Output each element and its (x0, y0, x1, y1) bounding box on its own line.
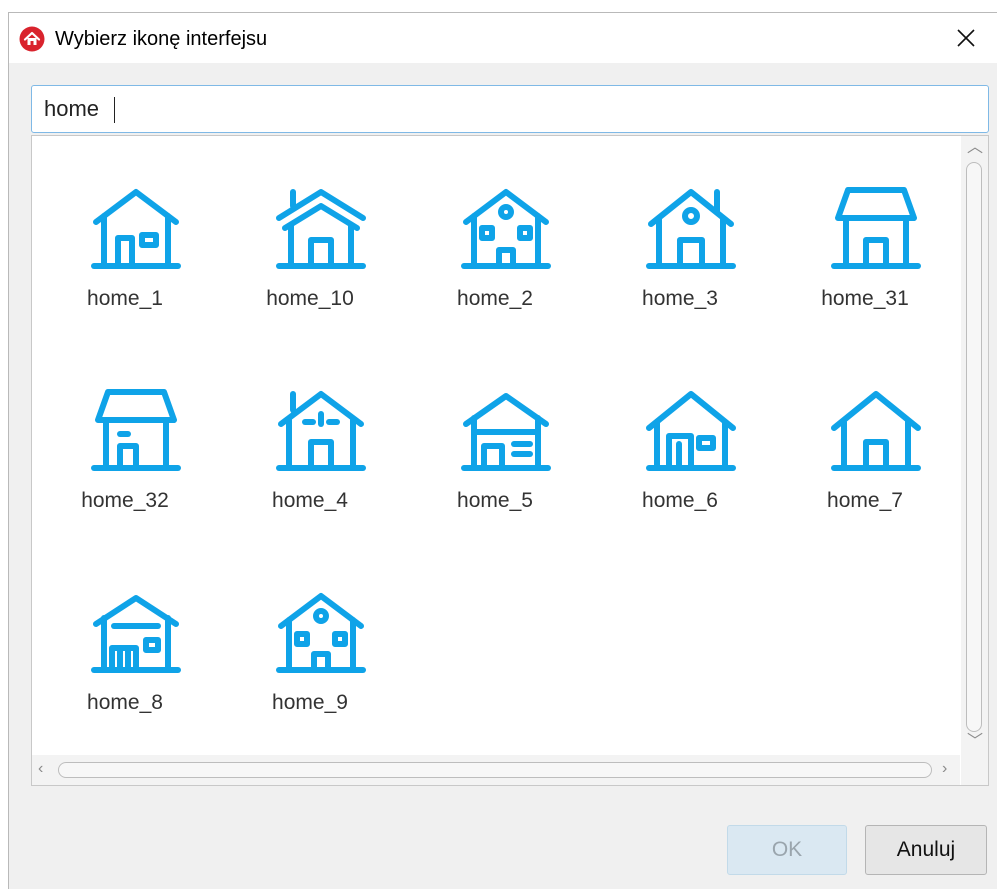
icon-tile-home-7[interactable]: home_7 (790, 344, 940, 512)
search-input[interactable] (31, 85, 989, 133)
home-app-icon (19, 26, 45, 52)
icon-label: home_4 (272, 489, 348, 512)
icon-grid: home_1 home_10 home_2 home_3 home_31 hom… (32, 136, 960, 755)
icon-label: home_10 (266, 287, 354, 310)
icon-tile-home-2[interactable]: home_2 (420, 142, 570, 310)
icon-picker-dialog: Wybierz ikonę interfejsu home_1 (8, 12, 997, 889)
home-icon (646, 189, 736, 269)
scroll-corner (961, 755, 988, 785)
close-button[interactable] (935, 13, 997, 63)
icon-label: home_32 (81, 489, 169, 512)
icon-label: home_7 (827, 489, 903, 512)
home-icon (91, 595, 181, 673)
home-icon (461, 393, 551, 471)
scroll-up-icon[interactable]: ︿ (967, 140, 983, 156)
icon-label: home_1 (87, 287, 163, 310)
icon-label: home_8 (87, 691, 163, 714)
home-icon (461, 189, 551, 269)
home-icon (276, 189, 366, 269)
icon-label: home_3 (642, 287, 718, 310)
home-icon (276, 593, 366, 673)
icon-tile-home-8[interactable]: home_8 (50, 546, 200, 714)
icon-tile-home-4[interactable]: home_4 (235, 344, 385, 512)
icon-tile-home-31[interactable]: home_31 (790, 142, 940, 310)
home-icon (831, 391, 921, 471)
icon-tile-home-3[interactable]: home_3 (605, 142, 755, 310)
dialog-title: Wybierz ikonę interfejsu (55, 28, 268, 50)
vertical-scroll-thumb[interactable] (966, 162, 982, 732)
icon-tile-home-5[interactable]: home_5 (420, 344, 570, 512)
home-icon (831, 187, 921, 269)
icon-label: home_5 (457, 489, 533, 512)
icon-tile-home-9[interactable]: home_9 (235, 546, 385, 714)
icon-tile-home-10[interactable]: home_10 (235, 142, 385, 310)
icon-label: home_2 (457, 287, 533, 310)
icon-tile-home-1[interactable]: home_1 (50, 142, 200, 310)
home-icon (91, 389, 181, 471)
icon-tile-home-6[interactable]: home_6 (605, 344, 755, 512)
horizontal-scroll-thumb[interactable] (58, 762, 932, 778)
home-icon (646, 391, 736, 471)
icon-tile-home-32[interactable]: home_32 (50, 344, 200, 512)
horizontal-scrollbar[interactable]: ‹ › (32, 755, 960, 785)
vertical-scrollbar[interactable]: ︿ ﹀ (961, 136, 988, 755)
scroll-right-icon[interactable]: › (942, 761, 947, 777)
ok-button[interactable]: OK (727, 825, 847, 875)
text-caret (114, 97, 115, 123)
icon-label: home_31 (821, 287, 909, 310)
home-icon (91, 189, 181, 269)
title-bar[interactable]: Wybierz ikonę interfejsu (9, 13, 997, 63)
cancel-button[interactable]: Anuluj (865, 825, 987, 875)
icon-label: home_6 (642, 489, 718, 512)
icon-label: home_9 (272, 691, 348, 714)
close-icon[interactable] (956, 28, 976, 48)
icon-list[interactable]: home_1 home_10 home_2 home_3 home_31 hom… (31, 135, 989, 786)
home-icon (276, 391, 366, 471)
scroll-down-icon[interactable]: ﹀ (967, 734, 983, 750)
scroll-left-icon[interactable]: ‹ (38, 761, 43, 777)
